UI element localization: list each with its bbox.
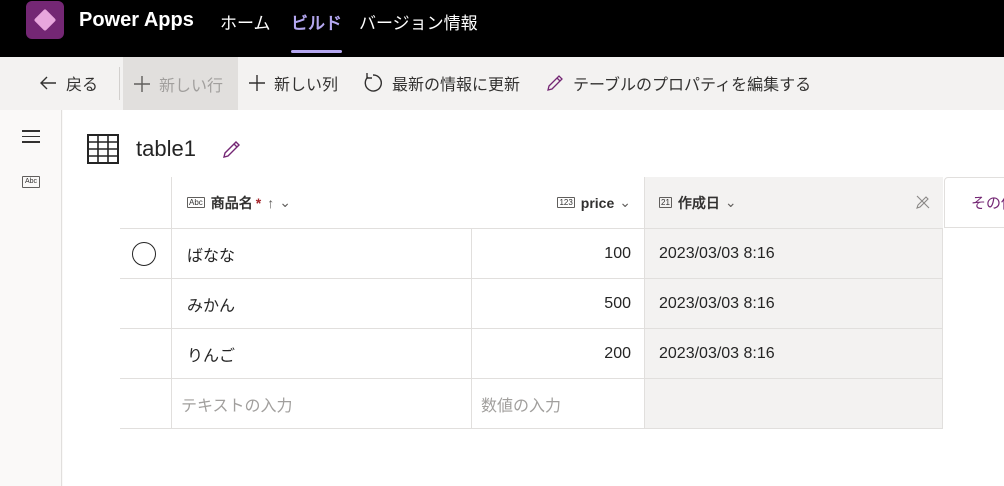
new-column-label: 新しい列 xyxy=(274,77,339,94)
pencil-icon xyxy=(547,75,563,91)
new-created-cell xyxy=(644,379,943,429)
refresh-label: 最新の情報に更新 xyxy=(392,77,521,94)
row-select-radio-icon[interactable] xyxy=(132,241,156,266)
cell-created: 2023/03/03 8:16 xyxy=(644,279,943,329)
plus-icon xyxy=(134,75,150,92)
text-field-icon[interactable]: Abc xyxy=(22,176,40,188)
active-nav-indicator xyxy=(291,50,342,53)
divider xyxy=(119,67,120,100)
cell-name[interactable]: ばなな xyxy=(171,229,471,279)
arrow-left-icon xyxy=(40,76,56,90)
calendar-icon: 21 xyxy=(659,197,672,208)
table-icon xyxy=(87,134,119,164)
chevron-down-icon[interactable]: ⌄ xyxy=(619,194,631,211)
cell-name[interactable]: みかん xyxy=(171,279,471,329)
column-label: 作成日 xyxy=(677,194,720,211)
column-label: 商品名 xyxy=(210,194,253,211)
back-label: 戻る xyxy=(66,77,99,94)
column-header-name[interactable]: Abc 商品名 * ↑ ⌄ xyxy=(171,177,471,229)
row-select[interactable] xyxy=(120,229,171,279)
cell-price[interactable]: 500 xyxy=(471,279,644,329)
cell-name[interactable]: りんご xyxy=(171,329,471,379)
refresh-button[interactable]: 最新の情報に更新 xyxy=(362,69,520,97)
plus-icon xyxy=(249,75,265,91)
cell-price[interactable]: 200 xyxy=(471,329,644,379)
nav-build[interactable]: ビルド xyxy=(291,9,342,34)
row-select xyxy=(120,379,171,429)
number-type-icon: 123 xyxy=(557,197,575,208)
new-row-label: 新しい行 xyxy=(159,77,224,95)
select-column-header xyxy=(120,177,171,229)
chevron-down-icon[interactable]: ⌄ xyxy=(725,194,737,211)
chevron-down-icon[interactable]: ⌄ xyxy=(279,194,291,211)
sort-ascending-icon: ↑ xyxy=(267,194,275,211)
new-name-input[interactable]: テキストの入力 xyxy=(171,379,471,429)
cell-created: 2023/03/03 8:16 xyxy=(644,329,943,379)
nav-version[interactable]: バージョン情報 xyxy=(359,9,478,34)
power-apps-logo-icon[interactable] xyxy=(26,1,64,39)
column-header-created[interactable]: 21 作成日 ⌄ xyxy=(644,177,943,229)
hamburger-menu-icon[interactable] xyxy=(22,130,40,147)
command-bar: 戻る 新しい行 新しい列 最新の情報に更新 テーブルのプロパティを編集する xyxy=(0,57,1004,110)
cell-created: 2023/03/03 8:16 xyxy=(644,229,943,279)
app-header: Power Apps ホーム ビルド バージョン情報 xyxy=(0,0,1004,57)
back-button[interactable]: 戻る xyxy=(38,69,98,97)
edit-table-properties-button[interactable]: テーブルのプロパティを編集する xyxy=(545,69,811,97)
new-row-button[interactable]: 新しい行 xyxy=(123,57,238,110)
text-type-icon: Abc xyxy=(187,197,205,208)
app-title[interactable]: Power Apps xyxy=(79,9,194,32)
locked-edit-icon xyxy=(916,195,930,209)
new-column-button[interactable]: 新しい列 xyxy=(248,69,338,97)
main-content: table1 Abc 商品名 * ↑ ⌄ 123 price ⌄ 21 作成日 … xyxy=(63,110,1004,486)
more-columns-tab[interactable]: その他 xyxy=(944,177,1004,228)
edit-title-pencil-icon[interactable] xyxy=(221,138,243,160)
table-title: table1 xyxy=(136,136,196,161)
cell-price[interactable]: 100 xyxy=(471,229,644,279)
nav-home[interactable]: ホーム xyxy=(220,9,271,34)
edit-properties-label: テーブルのプロパティを編集する xyxy=(573,77,812,94)
column-header-price[interactable]: 123 price ⌄ xyxy=(471,177,644,229)
row-select[interactable] xyxy=(120,279,171,329)
row-select[interactable] xyxy=(120,329,171,379)
left-rail: Abc xyxy=(0,110,62,486)
required-marker: * xyxy=(255,194,262,211)
new-price-input[interactable]: 数値の入力 xyxy=(471,379,644,429)
refresh-icon xyxy=(364,73,382,92)
column-label: price xyxy=(580,194,615,211)
